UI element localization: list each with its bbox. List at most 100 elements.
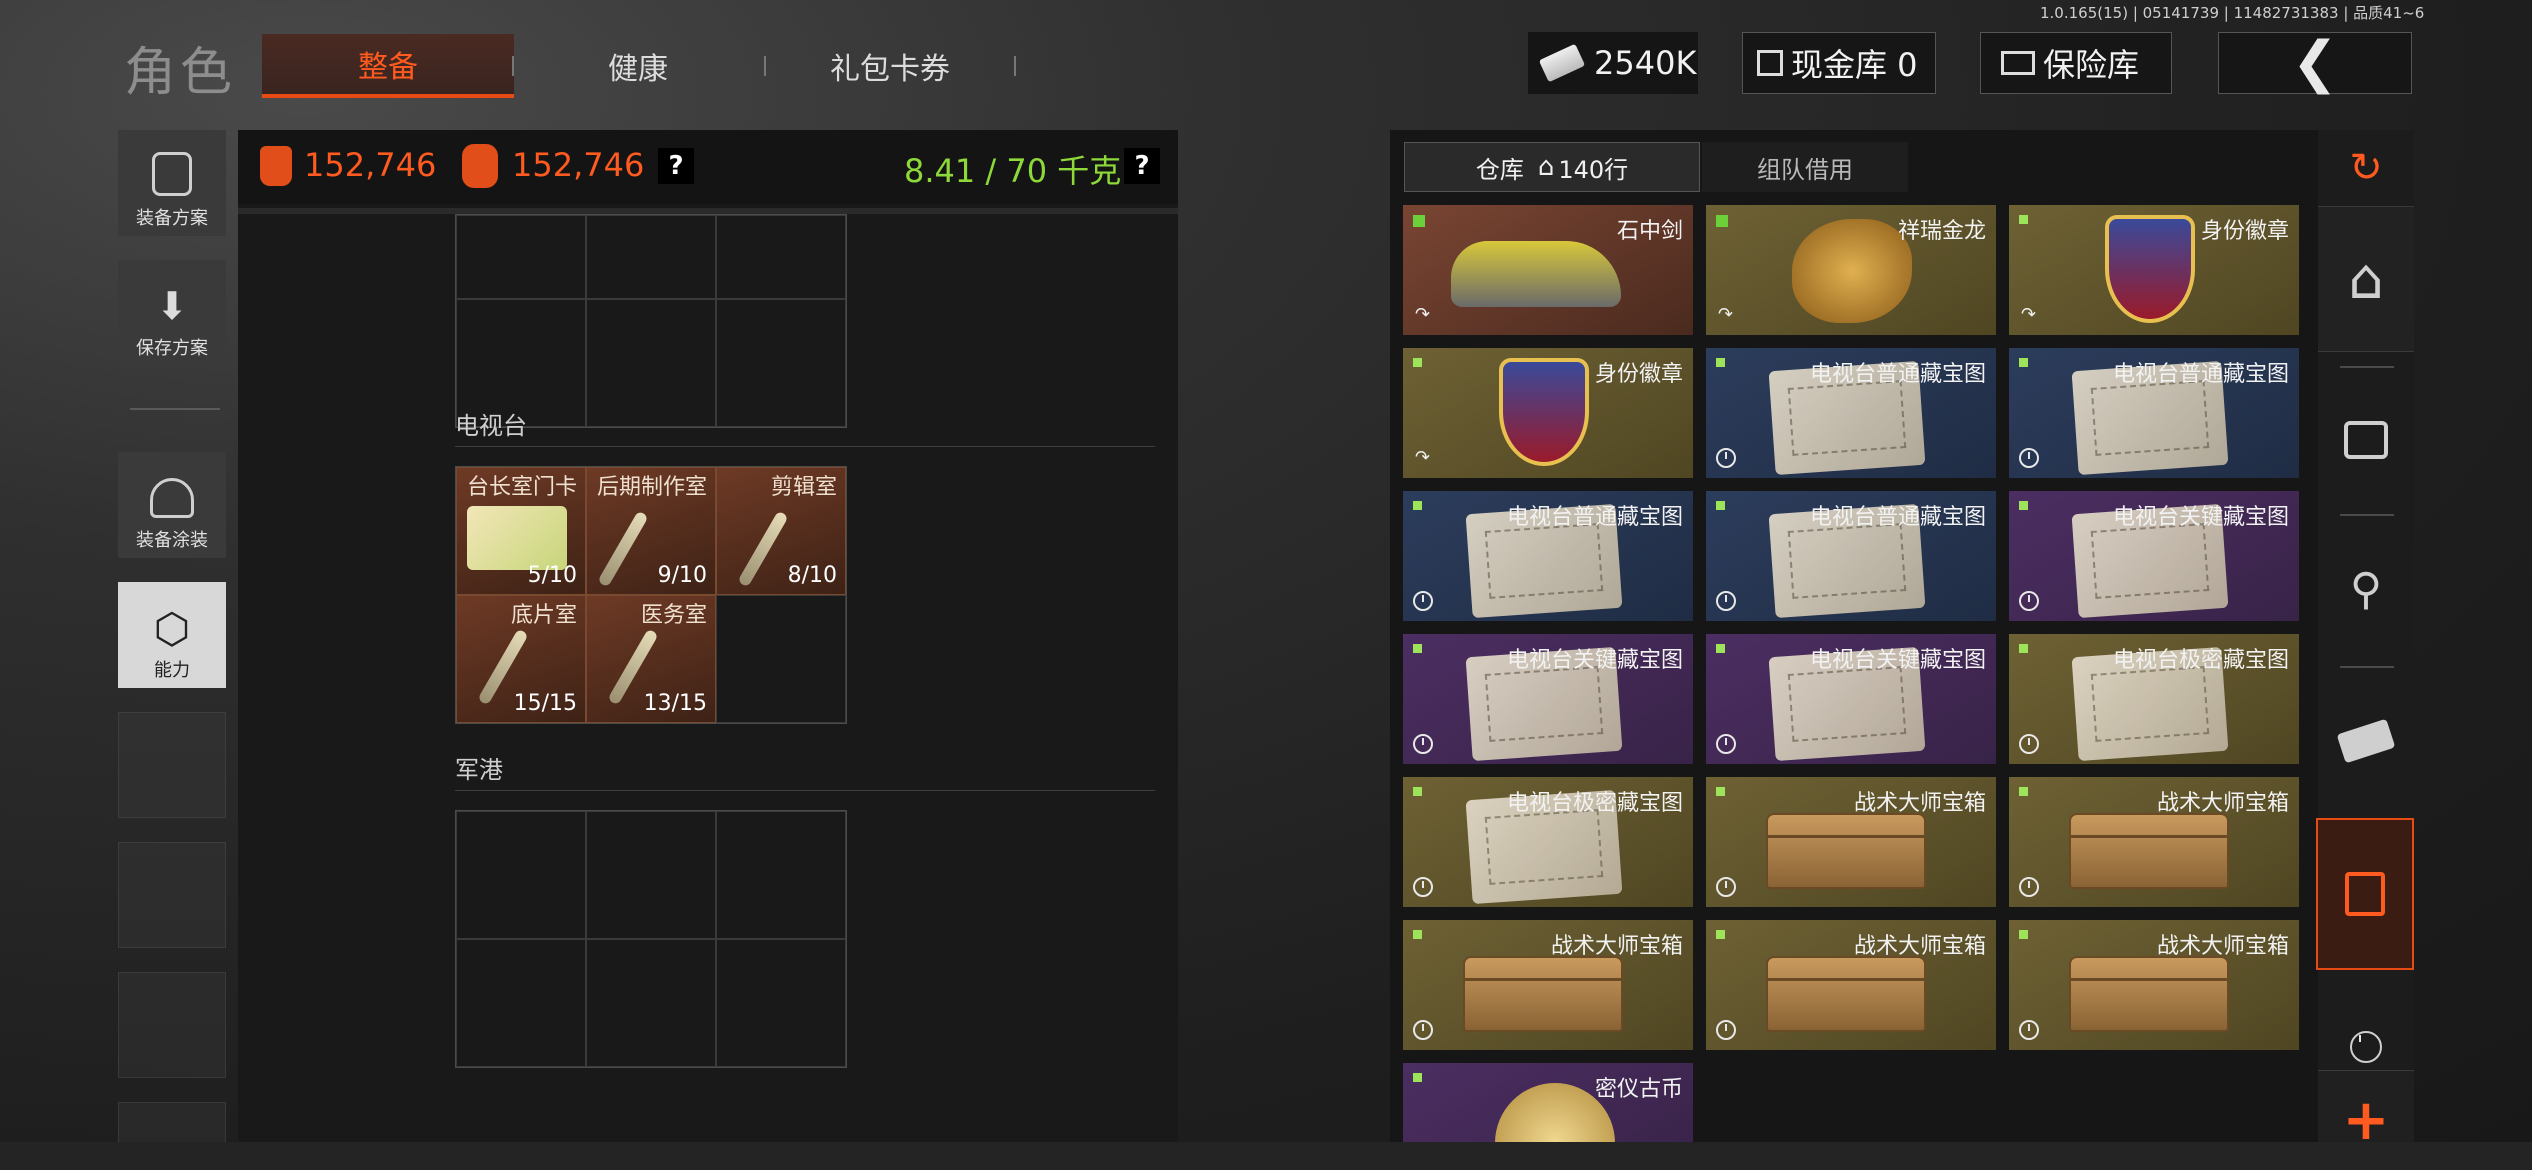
warehouse-item[interactable]: 战术大师宝箱 bbox=[1706, 920, 1996, 1050]
key-slot[interactable] bbox=[456, 215, 586, 299]
item-name: 石中剑 bbox=[1616, 219, 1683, 244]
tab-health[interactable]: 健康 bbox=[512, 34, 764, 98]
home-icon[interactable]: ⌂ bbox=[2318, 206, 2414, 352]
key-name: 后期制作室 bbox=[597, 475, 708, 500]
armor-icon bbox=[260, 146, 292, 186]
gear-skin-button[interactable]: 装备涂装 bbox=[118, 452, 226, 558]
key-slot[interactable] bbox=[586, 299, 716, 427]
warehouse-item[interactable]: 电视台关键藏宝图 bbox=[2009, 491, 2299, 621]
warehouse-item[interactable]: 电视台普通藏宝图 bbox=[1706, 491, 1996, 621]
warehouse-item[interactable]: 电视台普通藏宝图 bbox=[1706, 348, 1996, 478]
section-divider bbox=[455, 790, 1155, 791]
weight-value: 8.41 / 70 千克 bbox=[904, 152, 1122, 190]
storage-icon[interactable] bbox=[2316, 818, 2414, 970]
insurance-button[interactable]: 保险库 bbox=[1980, 32, 2172, 94]
status-dot bbox=[1413, 644, 1422, 653]
clock-icon bbox=[2019, 877, 2039, 897]
cash-icon[interactable] bbox=[2318, 396, 2414, 484]
clock-shape bbox=[2350, 1031, 2382, 1063]
key-slot[interactable] bbox=[716, 811, 846, 939]
extract-icon: ↷ bbox=[1718, 304, 1734, 325]
item-name: 战术大师宝箱 bbox=[1853, 791, 1986, 816]
key-slot[interactable] bbox=[716, 299, 846, 427]
money-display[interactable]: 2540K bbox=[1528, 32, 1698, 94]
key-count: 15/15 bbox=[513, 691, 577, 716]
status-dot bbox=[1716, 358, 1725, 367]
warehouse-item[interactable]: 电视台普通藏宝图 bbox=[2009, 348, 2299, 478]
warehouse-item[interactable]: 电视台关键藏宝图 bbox=[1706, 634, 1996, 764]
item-name: 战术大师宝箱 bbox=[2156, 934, 2289, 959]
key-name: 底片室 bbox=[510, 603, 577, 628]
key-grid-port bbox=[455, 810, 847, 1068]
clock-icon bbox=[1716, 591, 1736, 611]
cash-icon-shape bbox=[2344, 421, 2388, 459]
backpack-value: 152,746 bbox=[512, 146, 645, 184]
key-slot[interactable] bbox=[586, 811, 716, 939]
clock-icon bbox=[1413, 591, 1433, 611]
key-slot[interactable] bbox=[586, 939, 716, 1067]
key-count: 13/15 bbox=[643, 691, 707, 716]
section-title-port: 军港 bbox=[455, 756, 503, 784]
key-item[interactable]: 医务室 13/15 bbox=[586, 595, 716, 723]
key-item[interactable]: 底片室 15/15 bbox=[456, 595, 586, 723]
sort-refresh-icon[interactable]: ↻ bbox=[2318, 134, 2414, 202]
loadout-plan-button[interactable]: 装备方案 bbox=[118, 130, 226, 236]
key-slot[interactable] bbox=[716, 215, 846, 299]
safe-icon bbox=[2001, 51, 2035, 75]
back-button[interactable]: ❮ bbox=[2218, 32, 2412, 94]
help-icon[interactable]: ? bbox=[658, 148, 694, 184]
tab-warehouse[interactable]: 仓库 ⌂ 140行 bbox=[1404, 142, 1700, 192]
warehouse-item[interactable]: 身份徽章 ↷ bbox=[2009, 205, 2299, 335]
warehouse-item[interactable]: 电视台极密藏宝图 bbox=[2009, 634, 2299, 764]
tab-team-borrow[interactable]: 组队借用 bbox=[1702, 142, 1908, 192]
item-name: 战术大师宝箱 bbox=[1853, 934, 1986, 959]
key-item[interactable]: 后期制作室 9/10 bbox=[586, 467, 716, 595]
help-icon[interactable]: ? bbox=[1124, 148, 1160, 184]
money-value: 2540K bbox=[1594, 44, 1697, 82]
ability-button[interactable]: ⬡ 能力 bbox=[118, 582, 226, 688]
warehouse-item[interactable]: 战术大师宝箱 bbox=[2009, 777, 2299, 907]
item-name: 战术大师宝箱 bbox=[1550, 934, 1683, 959]
stat-bar: 152,746 152,746 ? 8.41 / 70 千克 ? bbox=[238, 130, 1178, 204]
key-icon[interactable]: ⚲ bbox=[2318, 542, 2414, 636]
tab-gear[interactable]: 整备 bbox=[262, 34, 514, 98]
warehouse-item[interactable]: 战术大师宝箱 bbox=[2009, 920, 2299, 1050]
helmet-icon bbox=[150, 478, 194, 518]
warehouse-item[interactable]: 电视台极密藏宝图 bbox=[1403, 777, 1693, 907]
key-slot[interactable] bbox=[586, 215, 716, 299]
warehouse-item[interactable]: 身份徽章 ↷ bbox=[1403, 348, 1693, 478]
cash-vault-button[interactable]: 现金库 0 bbox=[1742, 32, 1936, 94]
tab-gift[interactable]: 礼包卡券 bbox=[764, 34, 1016, 98]
money-stack-icon[interactable] bbox=[2318, 694, 2414, 788]
key-slot[interactable] bbox=[716, 939, 846, 1067]
warehouse-item[interactable]: 电视台关键藏宝图 bbox=[1403, 634, 1693, 764]
save-plan-button[interactable]: ⬇ 保存方案 bbox=[118, 260, 226, 366]
chevron-left-icon: ❮ bbox=[2291, 30, 2339, 95]
page-title: 角色 bbox=[124, 43, 237, 103]
key-count: 8/10 bbox=[787, 563, 837, 588]
clock-icon bbox=[2019, 1020, 2039, 1040]
key-item[interactable]: 台长室门卡 5/10 bbox=[456, 467, 586, 595]
key-slot[interactable] bbox=[716, 595, 846, 723]
key-count: 9/10 bbox=[657, 563, 707, 588]
key-slot[interactable] bbox=[456, 939, 586, 1067]
status-dot bbox=[2019, 930, 2028, 939]
clock-icon bbox=[1413, 1020, 1433, 1040]
warehouse-item[interactable]: 祥瑞金龙 ↷ bbox=[1706, 205, 1996, 335]
warehouse-item[interactable]: 电视台普通藏宝图 bbox=[1403, 491, 1693, 621]
warehouse-item[interactable]: 战术大师宝箱 bbox=[1403, 920, 1693, 1050]
status-dot bbox=[1413, 930, 1422, 939]
key-item[interactable]: 剪辑室 8/10 bbox=[716, 467, 846, 595]
insurance-label: 保险库 bbox=[2043, 46, 2140, 84]
warehouse-item[interactable]: 石中剑 ↷ bbox=[1403, 205, 1693, 335]
warehouse-item[interactable]: 战术大师宝箱 bbox=[1706, 777, 1996, 907]
item-name: 身份徽章 bbox=[2200, 219, 2289, 244]
empty-slot bbox=[118, 972, 226, 1078]
status-dot bbox=[1413, 787, 1422, 796]
key-name: 医务室 bbox=[640, 603, 707, 628]
key-slot[interactable] bbox=[456, 811, 586, 939]
status-dot bbox=[1413, 215, 1425, 227]
rail-divider bbox=[2340, 366, 2394, 368]
status-dot bbox=[1716, 644, 1725, 653]
warehouse-tab-label: 仓库 bbox=[1475, 155, 1524, 184]
